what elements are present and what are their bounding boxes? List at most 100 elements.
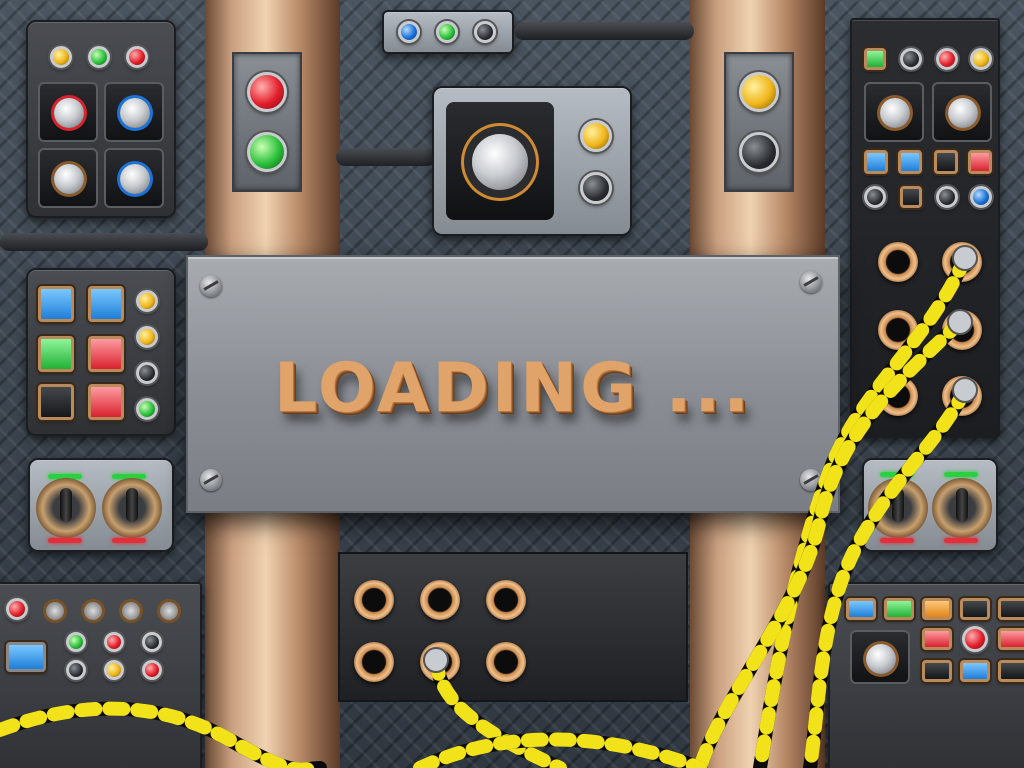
blue-square-button[interactable] [38,286,74,322]
off-indicator-icon[interactable] [474,21,496,43]
red-indicator-icon[interactable] [142,660,162,680]
red-indicator-icon [247,72,287,112]
blue-knob-icon[interactable] [120,98,150,128]
knob-housing [850,630,910,684]
screw-icon [200,469,222,491]
jack-socket-icon[interactable] [486,580,526,620]
yellow-indicator-icon[interactable] [136,326,158,348]
left-horizontal-pipe [0,233,208,251]
green-status-bar [944,472,978,477]
jack-socket-icon[interactable] [878,376,918,416]
green-indicator-icon[interactable] [136,398,158,420]
loading-plate: LOADING ... [186,255,840,513]
joystick-icon[interactable] [60,488,72,522]
red-status-bar [48,538,82,543]
jack-socket-icon[interactable] [942,310,982,350]
yellow-indicator-icon[interactable] [104,660,124,680]
amber-knob-icon[interactable] [880,98,910,128]
green-indicator-icon[interactable] [436,21,458,43]
jack-socket-icon[interactable] [942,376,982,416]
blue-indicator-icon[interactable] [398,21,420,43]
red-indicator-icon[interactable] [6,598,28,620]
knob-housing [932,82,992,142]
red-square-button[interactable] [88,384,124,420]
green-indicator-icon[interactable] [88,46,110,68]
joystick-icon[interactable] [892,488,904,522]
red-square-button[interactable] [922,628,952,650]
top-left-knob-panel [26,20,176,218]
red-status-bar [112,538,146,543]
black-square-button[interactable] [998,660,1024,682]
off-indicator-icon[interactable] [936,186,958,208]
jack-socket-icon[interactable] [354,580,394,620]
off-indicator-icon[interactable] [580,172,612,204]
knob-housing [38,82,98,142]
jack-socket-icon[interactable] [420,642,460,682]
orange-square-button[interactable] [922,598,952,620]
red-indicator-icon[interactable] [126,46,148,68]
jack-socket-icon[interactable] [878,310,918,350]
green-indicator-icon [247,132,287,172]
red-square-button[interactable] [88,336,124,372]
yellow-indicator-icon[interactable] [50,46,72,68]
red-square-button[interactable] [968,150,992,174]
jack-socket-icon[interactable] [486,642,526,682]
toggle-switch[interactable] [160,602,178,620]
blue-square-button[interactable] [864,150,888,174]
yellow-indicator-icon[interactable] [580,120,612,152]
green-square-button[interactable] [38,336,74,372]
black-square-button[interactable] [900,186,922,208]
off-indicator-icon[interactable] [900,48,922,70]
blue-knob-icon[interactable] [120,164,150,194]
red-indicator-icon[interactable] [104,632,124,652]
black-square-button[interactable] [38,384,74,420]
off-indicator-icon[interactable] [864,186,886,208]
yellow-indicator-icon[interactable] [136,290,158,312]
red-square-button[interactable] [998,628,1024,650]
joystick-base [102,478,162,538]
toggle-switch[interactable] [122,602,140,620]
jack-socket-icon[interactable] [878,242,918,282]
amber-knob-icon[interactable] [866,644,896,674]
toggle-switch[interactable] [84,602,102,620]
main-dial-knob-icon[interactable] [472,134,528,190]
red-knob-icon[interactable] [54,98,84,128]
green-status-bar [880,472,914,477]
right-tall-panel [850,18,1000,438]
left-pipe [336,148,436,166]
toggle-switch[interactable] [46,602,64,620]
green-indicator-icon[interactable] [66,632,86,652]
off-indicator-icon[interactable] [142,632,162,652]
off-indicator-icon[interactable] [66,660,86,680]
yellow-indicator-icon[interactable] [970,48,992,70]
screw-icon [800,271,822,293]
green-square-button[interactable] [864,48,886,70]
blue-square-button[interactable] [846,598,876,620]
jack-socket-icon[interactable] [942,242,982,282]
amber-knob-icon[interactable] [54,164,84,194]
blue-square-button[interactable] [960,660,990,682]
jack-socket-icon[interactable] [420,580,460,620]
black-square-button[interactable] [934,150,958,174]
black-square-button[interactable] [922,660,952,682]
blue-square-button[interactable] [898,150,922,174]
black-square-button[interactable] [998,598,1024,620]
green-square-button[interactable] [884,598,914,620]
joystick-base [36,478,96,538]
red-indicator-icon[interactable] [936,48,958,70]
black-square-button[interactable] [960,598,990,620]
joystick-base [932,478,992,538]
knob-housing [104,82,164,142]
blue-indicator-icon[interactable] [970,186,992,208]
off-indicator-icon[interactable] [136,362,158,384]
red-status-bar [880,538,914,543]
joystick-icon[interactable] [126,488,138,522]
blue-square-button[interactable] [88,286,124,322]
right-joystick-panel [862,458,998,552]
blue-square-button[interactable] [6,642,46,672]
jack-socket-icon[interactable] [354,642,394,682]
red-indicator-icon[interactable] [962,626,988,652]
joystick-icon[interactable] [956,488,968,522]
left-button-panel [26,268,176,436]
amber-knob-icon[interactable] [948,98,978,128]
